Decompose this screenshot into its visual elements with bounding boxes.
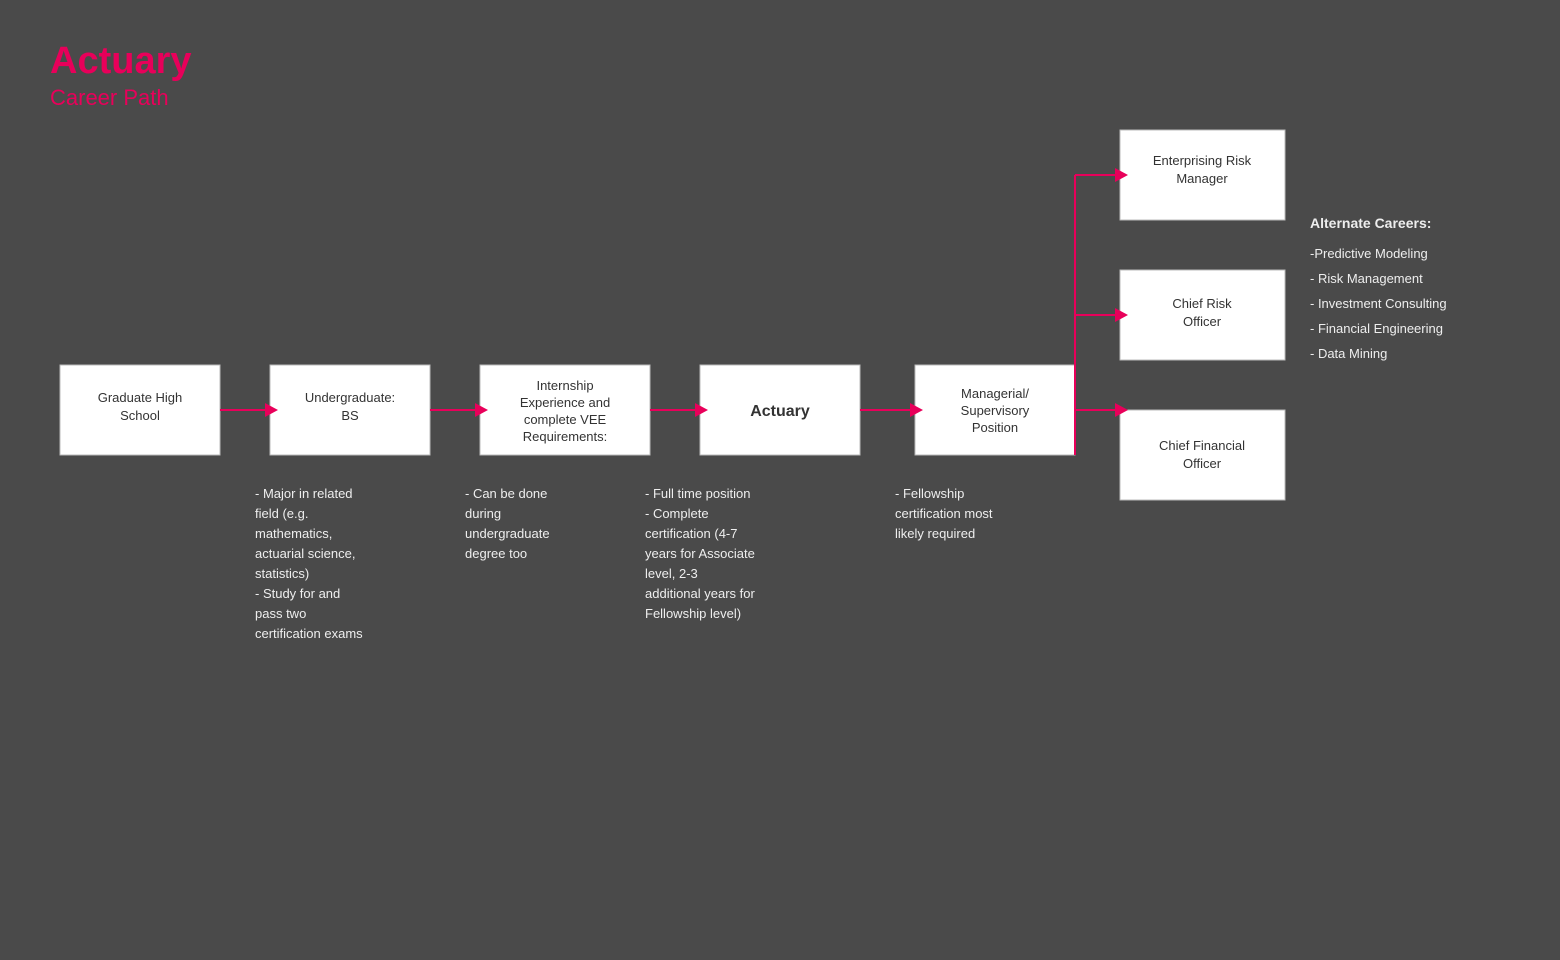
enterprising-label1: Enterprising Risk xyxy=(1153,153,1252,168)
managerial-desc3: likely required xyxy=(895,526,975,541)
actuary-desc4: years for Associate xyxy=(645,546,755,561)
undergrad-desc5: statistics) xyxy=(255,566,309,581)
undergrad-desc3: mathematics, xyxy=(255,526,332,541)
undergrad-desc4: actuarial science, xyxy=(255,546,355,561)
diagram-svg: Graduate High School Undergraduate: BS I… xyxy=(0,0,1560,960)
actuary-desc7: Fellowship level) xyxy=(645,606,741,621)
chief-financial-box xyxy=(1120,410,1285,500)
managerial-label3: Position xyxy=(972,420,1018,435)
graduate-label2: School xyxy=(120,408,160,423)
alt-careers-title: Alternate Careers: xyxy=(1310,215,1431,231)
undergrad-desc2: field (e.g. xyxy=(255,506,308,521)
alt-item1: -Predictive Modeling xyxy=(1310,246,1428,261)
intern-desc2: during xyxy=(465,506,501,521)
enterprising-label2: Manager xyxy=(1176,171,1228,186)
undergrad-desc1: - Major in related xyxy=(255,486,353,501)
actuary-desc6: additional years for xyxy=(645,586,756,601)
managerial-label1: Managerial/ xyxy=(961,386,1029,401)
internship-label3: complete VEE xyxy=(524,412,607,427)
actuary-label: Actuary xyxy=(750,403,810,420)
internship-label2: Experience and xyxy=(520,395,610,410)
graduate-label: Graduate High xyxy=(98,390,183,405)
managerial-desc2: certification most xyxy=(895,506,993,521)
actuary-desc5: level, 2-3 xyxy=(645,566,698,581)
internship-label1: Internship xyxy=(536,378,593,393)
actuary-desc1: - Full time position xyxy=(645,486,750,501)
alt-item2: - Risk Management xyxy=(1310,271,1423,286)
undergrad-desc8: certification exams xyxy=(255,626,363,641)
undergraduate-label: Undergraduate: xyxy=(305,390,395,405)
chief-risk-label1: Chief Risk xyxy=(1172,296,1232,311)
alt-item5: - Data Mining xyxy=(1310,346,1387,361)
managerial-desc1: - Fellowship xyxy=(895,486,964,501)
chief-financial-label1: Chief Financial xyxy=(1159,438,1245,453)
managerial-label2: Supervisory xyxy=(961,403,1030,418)
intern-desc3: undergraduate xyxy=(465,526,550,541)
undergrad-desc7: pass two xyxy=(255,606,306,621)
internship-label4: Requirements: xyxy=(523,429,608,444)
alt-item3: - Investment Consulting xyxy=(1310,296,1447,311)
actuary-desc3: certification (4-7 xyxy=(645,526,737,541)
intern-desc1: - Can be done xyxy=(465,486,547,501)
actuary-desc2: - Complete xyxy=(645,506,709,521)
undergraduate-label2: BS xyxy=(341,408,359,423)
alt-item4: - Financial Engineering xyxy=(1310,321,1443,336)
undergrad-desc6: - Study for and xyxy=(255,586,340,601)
chief-risk-label2: Officer xyxy=(1183,314,1222,329)
intern-desc4: degree too xyxy=(465,546,527,561)
chief-financial-label2: Officer xyxy=(1183,456,1222,471)
